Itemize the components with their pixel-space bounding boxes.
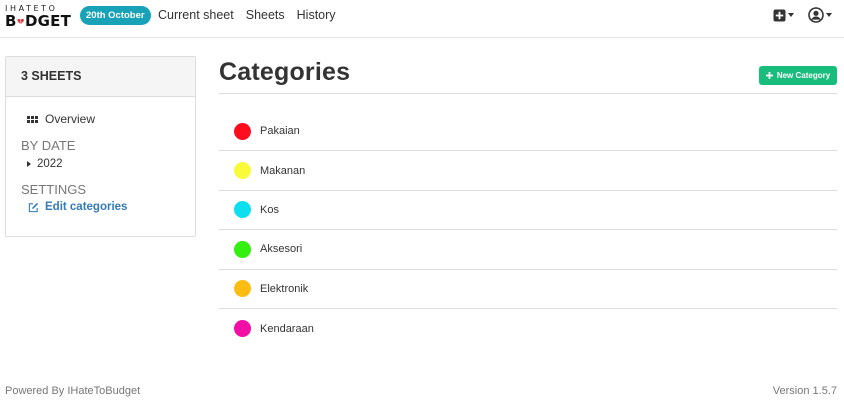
category-row-kendaraan[interactable]: Kendaraan	[219, 309, 837, 348]
color-dot-icon	[234, 240, 251, 258]
category-row-makanan[interactable]: Makanan	[219, 151, 837, 191]
category-row-elektronik[interactable]: Elektronik	[219, 270, 837, 309]
top-navbar: IHATETO B DGET 20th October Current shee…	[0, 0, 844, 38]
sidebar-item-overview[interactable]: Overview	[27, 112, 195, 126]
plus-square-icon	[773, 9, 786, 21]
edit-icon	[28, 202, 39, 212]
user-menu-button[interactable]	[808, 7, 832, 23]
caret-right-icon	[27, 161, 31, 167]
user-circle-icon	[808, 7, 824, 23]
divider	[219, 93, 837, 94]
date-badge: 20th October	[80, 6, 151, 25]
grid-icon	[27, 115, 38, 123]
color-dot-icon	[234, 122, 251, 140]
plus-icon	[765, 72, 773, 79]
page-title: Categories	[219, 58, 351, 86]
footer-version: Version 1.5.7	[772, 385, 837, 397]
category-name: Pakaian	[260, 125, 300, 138]
nav-link-current-sheet[interactable]: Current sheet	[158, 8, 234, 22]
category-row-aksesori[interactable]: Aksesori	[219, 230, 837, 270]
category-name: Kos	[260, 203, 279, 216]
sidebar-item-label: Overview	[45, 112, 96, 126]
footer-powered-by: Powered By IHateToBudget	[5, 385, 141, 397]
nav-link-sheets[interactable]: Sheets	[246, 8, 285, 22]
new-category-button[interactable]: New Category	[759, 66, 837, 85]
color-dot-icon	[234, 320, 251, 338]
app-logo[interactable]: IHATETO B DGET	[5, 4, 71, 32]
category-name: Kendaraan	[260, 322, 314, 335]
sidebar-panel: 3 SHEETS Overview BY DATE 2022 SETTINGS …	[5, 56, 196, 237]
heart-icon	[17, 18, 25, 25]
category-name: Elektronik	[260, 282, 309, 295]
nav-link-history[interactable]: History	[297, 8, 336, 22]
color-dot-icon	[234, 280, 251, 298]
nav-right-controls	[773, 7, 832, 23]
sidebar-header: 3 SHEETS	[6, 57, 195, 97]
color-dot-icon	[234, 201, 251, 219]
sidebar-item-label: 2022	[37, 158, 63, 170]
chevron-down-icon	[826, 13, 832, 17]
category-list: Pakaian Makanan Kos Aksesori Elektronik …	[219, 112, 837, 348]
by-date-heading: BY DATE	[21, 138, 76, 153]
nav-links: Current sheet Sheets History	[158, 8, 336, 22]
add-menu-button[interactable]	[773, 9, 794, 22]
category-row-kos[interactable]: Kos	[219, 191, 837, 231]
logo-bottom-right: DGET	[24, 12, 71, 30]
logo-bottom-text: B DGET	[5, 13, 71, 30]
logo-bottom-left: B	[5, 12, 17, 30]
category-name: Makanan	[260, 164, 306, 177]
sidebar-body: Overview BY DATE 2022 SETTINGS Edit cate…	[6, 97, 195, 213]
settings-heading: SETTINGS	[21, 182, 87, 197]
category-row-pakaian[interactable]: Pakaian	[219, 112, 837, 152]
color-dot-icon	[234, 162, 251, 180]
sidebar-item-year[interactable]: 2022	[27, 158, 195, 170]
new-category-label: New Category	[776, 71, 831, 80]
chevron-down-icon	[788, 13, 794, 17]
edit-categories-label: Edit categories	[45, 201, 128, 213]
category-name: Aksesori	[260, 243, 303, 256]
edit-categories-link[interactable]: Edit categories	[28, 201, 195, 213]
